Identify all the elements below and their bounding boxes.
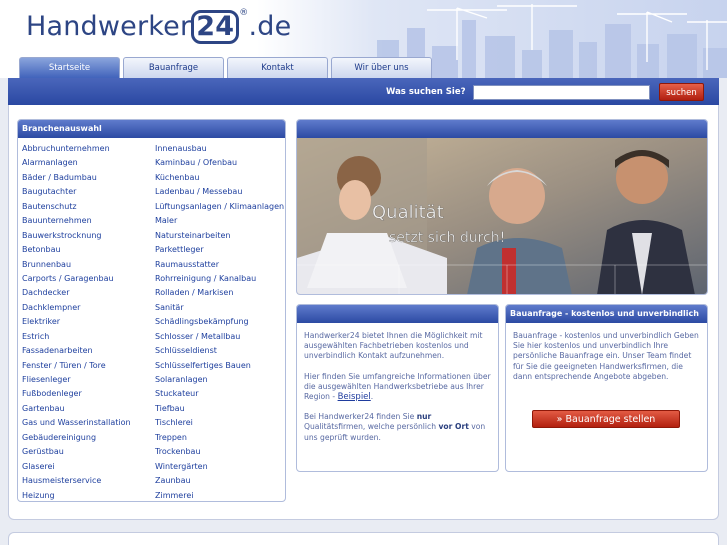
category-link[interactable]: Treppen	[155, 431, 284, 445]
info-paragraph-3: Bei Handwerker24 finden Sie nur Qualität…	[304, 412, 486, 442]
category-link[interactable]: Zaunbau	[155, 474, 284, 488]
category-link[interactable]: Stuckateur	[155, 387, 284, 401]
category-link[interactable]: Gerüstbau	[22, 445, 131, 459]
request-box-title: Bauanfrage - kostenlos und unverbindlich	[506, 305, 707, 323]
category-link[interactable]: Dachdecker	[22, 286, 131, 300]
category-link[interactable]: Parkettleger	[155, 243, 284, 257]
category-link[interactable]: Baugutachter	[22, 185, 131, 199]
category-link[interactable]: Sanitär	[155, 301, 284, 315]
category-link[interactable]: Bauunternehmen	[22, 214, 131, 228]
category-link[interactable]: Hausmeisterservice	[22, 474, 131, 488]
category-link[interactable]: Glaserei	[22, 460, 131, 474]
info-box: Handwerker24 bietet Ihnen die Möglichkei…	[296, 304, 499, 472]
category-box-title: Branchenauswahl	[18, 120, 285, 138]
category-link[interactable]: Zimmerei	[155, 489, 284, 502]
category-link[interactable]: Kaminbau / Ofenbau	[155, 156, 284, 170]
search-label: Was suchen Sie?	[386, 87, 466, 97]
category-link[interactable]: Tischlerei	[155, 416, 284, 430]
category-column-2: Innenausbau Kaminbau / Ofenbau Küchenbau La…	[155, 142, 284, 502]
category-link[interactable]: Tiefbau	[155, 402, 284, 416]
tab-bauanfrage[interactable]: Bauanfrage	[123, 57, 224, 78]
banner-box-header	[297, 120, 707, 138]
tab-startseite[interactable]: Startseite	[19, 57, 120, 78]
category-link[interactable]: Fenster / Türen / Tore	[22, 359, 131, 373]
category-link[interactable]: Betonbau	[22, 243, 131, 257]
category-link[interactable]: Fassadenarbeiten	[22, 344, 131, 358]
category-link[interactable]: Estrich	[22, 330, 131, 344]
info-text: Handwerker24 bietet Ihnen die Möglichkei…	[304, 331, 494, 443]
category-link[interactable]: Solaranlagen	[155, 373, 284, 387]
category-link[interactable]: Rolladen / Markisen	[155, 286, 284, 300]
category-column-1: Abbruchunternehmen Alarmanlagen Bäder / Ba…	[22, 142, 131, 502]
banner-slogan-2: setzt sich durch!	[389, 230, 505, 246]
request-text: Bauanfrage - kostenlos und unverbindlich…	[513, 331, 699, 381]
category-link[interactable]: Gas und Wasserinstallation	[22, 416, 131, 430]
category-link[interactable]: Maler	[155, 214, 284, 228]
category-link[interactable]: Schlosser / Metallbau	[155, 330, 284, 344]
category-box: Branchenauswahl Abbruchunternehmen Alarma…	[17, 119, 286, 502]
search-input[interactable]	[473, 85, 650, 100]
site-logo[interactable]: Handwerker 24 ®.de	[26, 8, 291, 44]
banner-box: Qualität setzt sich durch!	[296, 119, 708, 295]
request-box: Bauanfrage - kostenlos und unverbindlich…	[505, 304, 708, 472]
info-paragraph-1: Handwerker24 bietet Ihnen die Möglichkei…	[304, 331, 483, 361]
category-link[interactable]: Fliesenleger	[22, 373, 131, 387]
category-link[interactable]: Abbruchunternehmen	[22, 142, 131, 156]
category-link[interactable]: Natursteinarbeiten	[155, 229, 284, 243]
category-link[interactable]: Alarmanlagen	[22, 156, 131, 170]
info-paragraph-2: Hier finden Sie umfangreiche Information…	[304, 371, 491, 403]
tab-kontakt[interactable]: Kontakt	[227, 57, 328, 78]
search-button[interactable]: suchen	[659, 83, 704, 101]
category-link[interactable]: Bäder / Badumbau	[22, 171, 131, 185]
tab-wir-ueber-uns[interactable]: Wir über uns	[331, 57, 432, 78]
category-link[interactable]: Brunnenbau	[22, 258, 131, 272]
category-link[interactable]: Schlüsselfertiges Bauen	[155, 359, 284, 373]
category-link[interactable]: Schlüsseldienst	[155, 344, 284, 358]
category-link[interactable]: Schädlingsbekämpfung	[155, 315, 284, 329]
banner-slogan-1: Qualität	[372, 202, 444, 223]
category-link[interactable]: Innenausbau	[155, 142, 284, 156]
category-link[interactable]: Gebäudereinigung	[22, 431, 131, 445]
category-link[interactable]: Gartenbau	[22, 402, 131, 416]
category-link[interactable]: Fußbodenleger	[22, 387, 131, 401]
category-link[interactable]: Küchenbau	[155, 171, 284, 185]
category-link[interactable]: Bauwerkstrocknung	[22, 229, 131, 243]
info-box-header	[297, 305, 498, 323]
search-bar: Was suchen Sie? suchen	[8, 78, 719, 105]
category-link[interactable]: Heizung	[22, 489, 131, 502]
category-link[interactable]: Ladenbau / Messebau	[155, 185, 284, 199]
craftsmen-photo: Qualität setzt sich durch!	[297, 138, 707, 294]
category-link[interactable]: Carports / Garagenbau	[22, 272, 131, 286]
request-submit-button[interactable]: » Bauanfrage stellen	[532, 410, 680, 428]
category-link[interactable]: Dachklempner	[22, 301, 131, 315]
category-link[interactable]: Rohrreinigung / Kanalbau	[155, 272, 284, 286]
header: Handwerker 24 ®.de Startseite Bauanfrage K…	[0, 0, 727, 78]
category-link[interactable]: Elektriker	[22, 315, 131, 329]
main-navigation: Startseite Bauanfrage Kontakt Wir über u…	[19, 57, 432, 78]
category-link[interactable]: Bautenschutz	[22, 200, 131, 214]
category-link[interactable]: Trockenbau	[155, 445, 284, 459]
footer-strip	[8, 532, 719, 545]
category-link[interactable]: Raumausstatter	[155, 258, 284, 272]
category-link[interactable]: Wintergärten	[155, 460, 284, 474]
example-link[interactable]: Beispiel	[338, 392, 371, 402]
category-link[interactable]: Lüftungsanlagen / Klimaanlagen	[155, 200, 284, 214]
